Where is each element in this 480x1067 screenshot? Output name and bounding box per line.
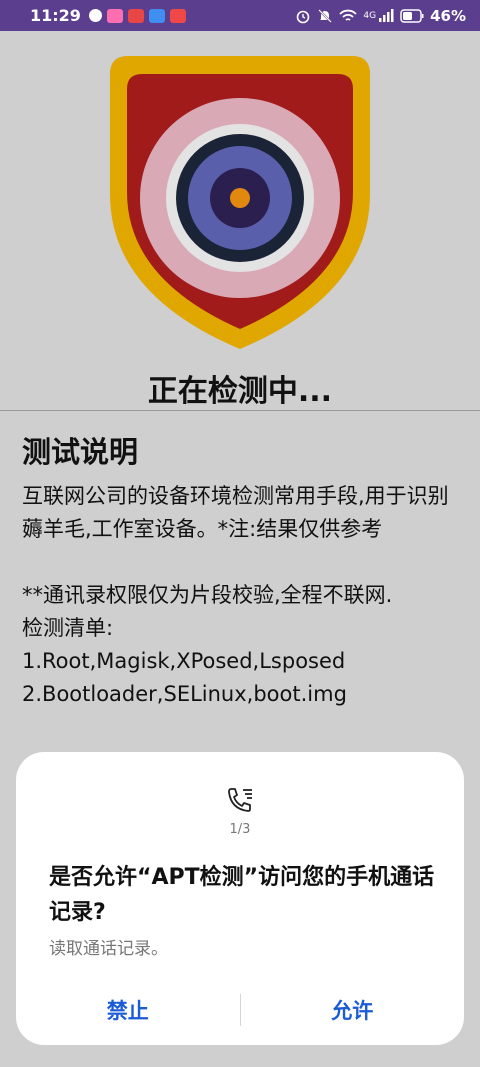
call-log-icon	[228, 788, 252, 812]
signal-icon	[379, 8, 394, 22]
battery-percent: 46%	[430, 6, 466, 25]
app-icon	[169, 8, 186, 23]
notification-icons	[88, 8, 186, 23]
battery-icon	[400, 8, 424, 23]
detect-status-title: 正在检测中...	[147, 374, 333, 409]
status-right: 4G 46%	[295, 7, 466, 25]
permission-dialog: 1/3 是否允许“APT检测”访问您的手机通话记录? 读取通话记录。 禁止 允许	[16, 752, 464, 1045]
status-time: 11:29	[30, 6, 81, 25]
app-icon	[127, 8, 144, 23]
divider	[0, 410, 480, 411]
wifi-icon	[339, 9, 358, 21]
dialog-title: 是否允许“APT检测”访问您的手机通话记录?	[49, 865, 435, 925]
dialog-buttons: 禁止 允许	[16, 990, 464, 1030]
status-bar: 11:29 4G 46%	[0, 0, 480, 31]
mute-icon	[318, 8, 333, 23]
description-section: 测试说明 互联网公司的设备环境检测常用手段,用于识别薅羊毛,工作室设备。*注:结…	[22, 432, 462, 711]
description-body: 互联网公司的设备环境检测常用手段,用于识别薅羊毛,工作室设备。*注:结果仅供参考…	[22, 484, 449, 706]
allow-button[interactable]: 允许	[241, 995, 465, 1025]
app-icon	[148, 8, 165, 23]
app-icon	[106, 8, 123, 23]
dialog-subtitle: 读取通话记录。	[49, 939, 168, 959]
description-heading: 测试说明	[22, 435, 139, 469]
network-type: 4G	[363, 10, 377, 21]
page-indicator: 1/3	[229, 822, 251, 837]
alarm-icon	[297, 10, 310, 23]
deny-button[interactable]: 禁止	[16, 995, 240, 1025]
shield-logo	[100, 44, 380, 356]
wechat-icon	[88, 9, 102, 22]
